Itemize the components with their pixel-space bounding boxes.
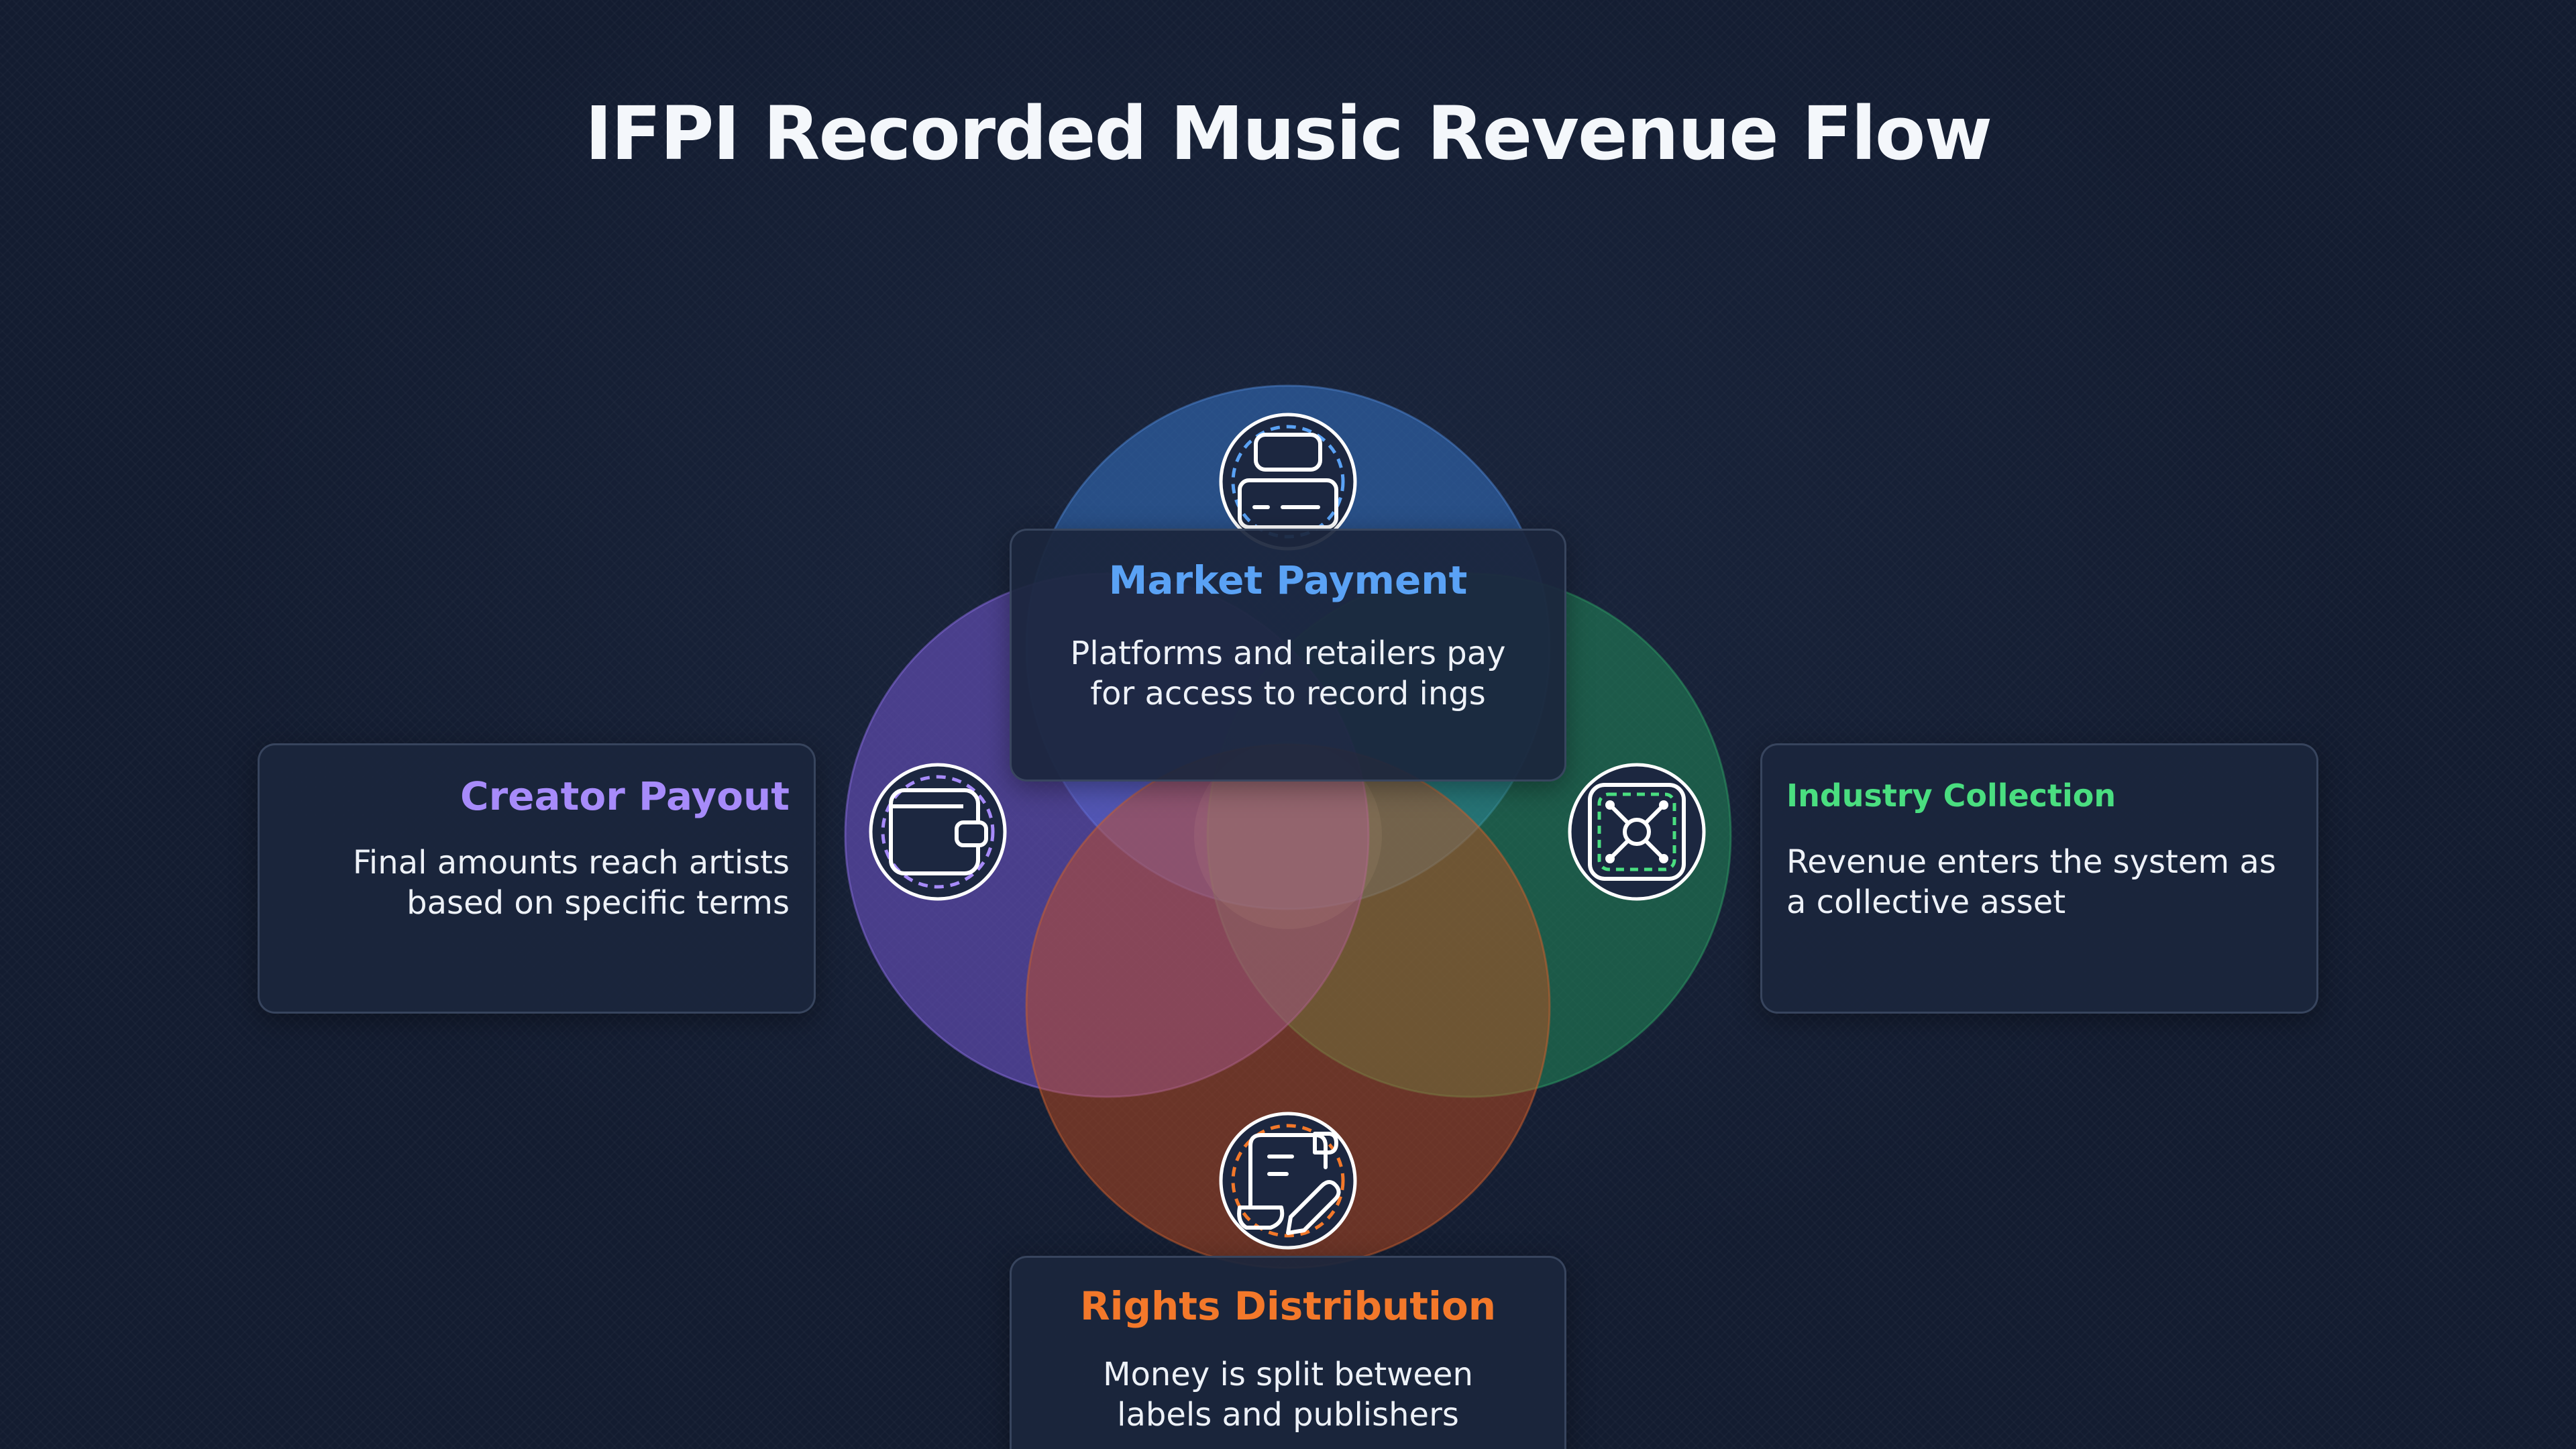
wallet-icon (869, 763, 1007, 901)
creator-payout-card: Creator Payout Final amounts reach artis… (258, 743, 816, 1014)
industry-collection-description: Revenue enters the system as a collectiv… (1786, 843, 2276, 921)
market-payment-description: Platforms and retailers pay for access t… (1070, 635, 1506, 712)
industry-collection-title: Industry Collection (1786, 777, 2116, 814)
network-hub-icon (1568, 763, 1706, 901)
creator-payout-description: Final amounts reach artists based on spe… (352, 844, 790, 922)
rights-distribution-description: Money is split between labels and publis… (1103, 1356, 1473, 1434)
contract-document-icon (1219, 1112, 1357, 1250)
rights-distribution-card: Rights Distribution Money is split betwe… (1010, 1256, 1566, 1449)
market-payment-card: Market Payment Platforms and retailers p… (1010, 529, 1566, 782)
creator-payout-title: Creator Payout (460, 773, 790, 819)
market-payment-title: Market Payment (1108, 557, 1468, 603)
industry-collection-card: Industry Collection Revenue enters the s… (1760, 743, 2318, 1014)
rights-distribution-title: Rights Distribution (1079, 1283, 1497, 1329)
